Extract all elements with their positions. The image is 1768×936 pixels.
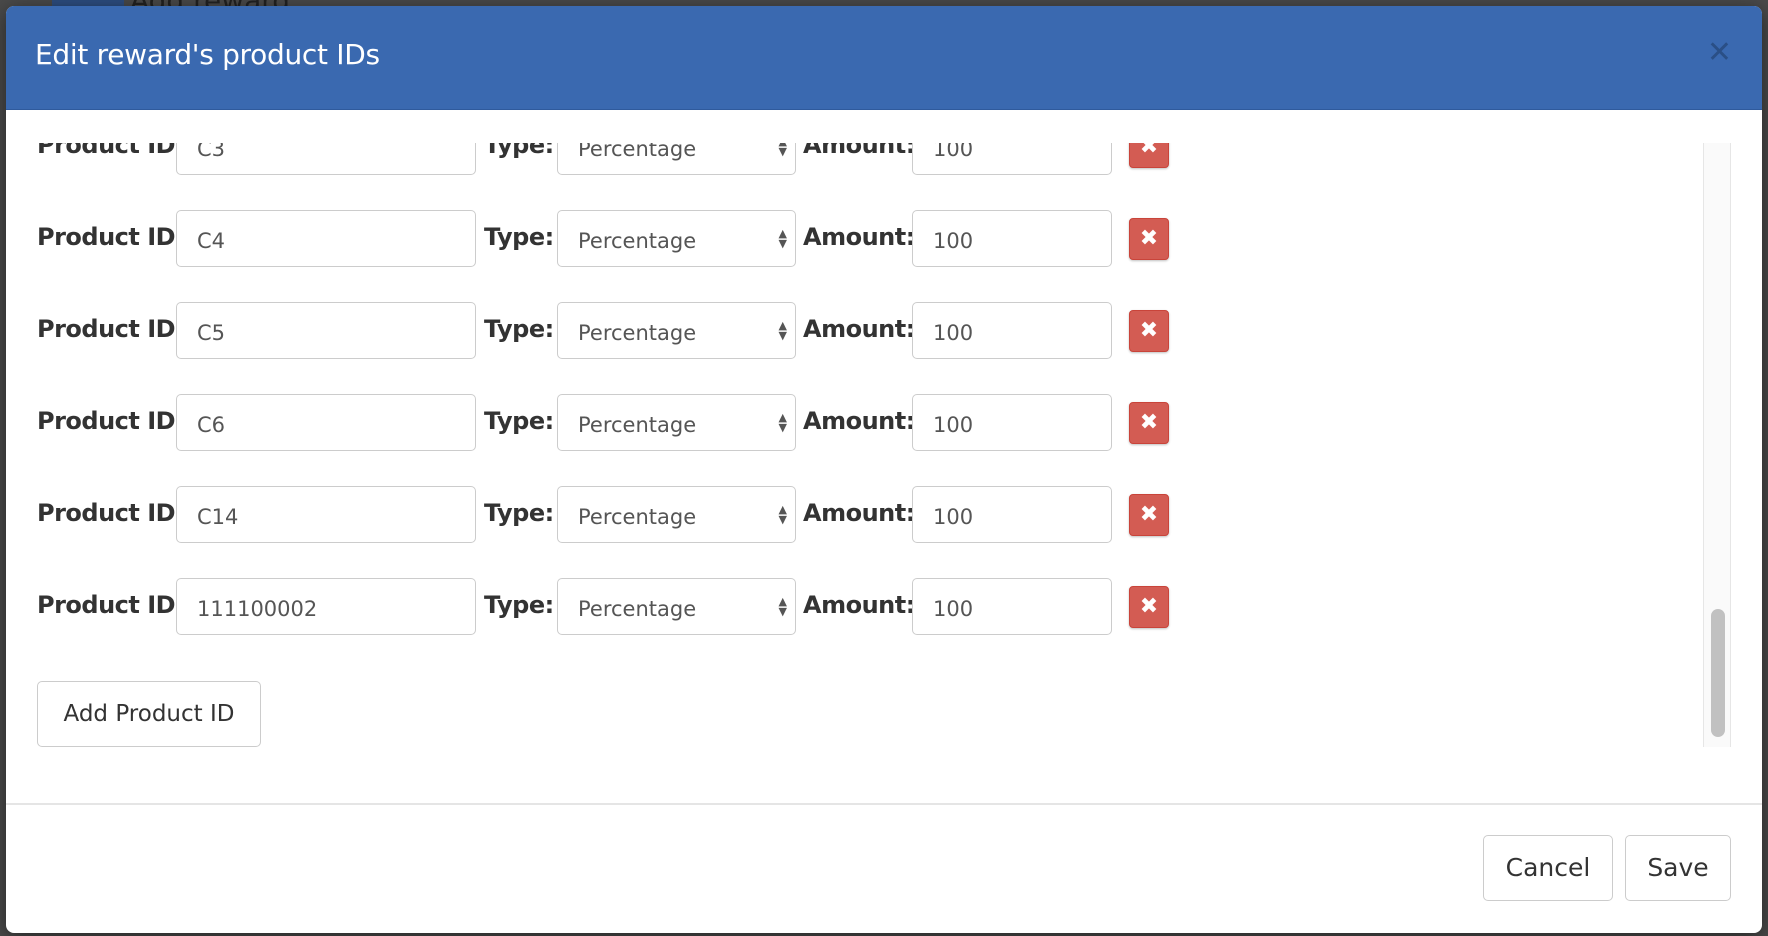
type-select-value: Percentage: [578, 505, 697, 529]
product-id-input[interactable]: C6: [176, 394, 476, 451]
product-row: Product ID: C6 Type: Percentage ▲ ▼ Amount…: [6, 394, 1306, 453]
add-product-id-button[interactable]: Add Product ID: [37, 681, 261, 747]
product-id-label: Product ID:: [37, 223, 185, 251]
type-select[interactable]: Percentage ▲▼: [557, 578, 796, 635]
product-id-input[interactable]: C14: [176, 486, 476, 543]
amount-input[interactable]: 100: [912, 486, 1112, 543]
product-id-label: Product ID:: [37, 143, 185, 159]
remove-x-icon: ✖: [1139, 594, 1159, 619]
type-select-value: Percentage: [578, 597, 697, 621]
amount-label: Amount:: [803, 315, 915, 343]
cancel-button[interactable]: Cancel: [1483, 835, 1613, 901]
select-arrows-icon: ▲▼: [778, 595, 787, 618]
modal-header: Edit reward's product IDs ✕: [6, 6, 1762, 110]
amount-input[interactable]: 100: [912, 394, 1112, 451]
type-select[interactable]: Percentage ▲▼: [557, 302, 796, 359]
modal-title: Edit reward's product IDs: [35, 38, 380, 71]
amount-label: Amount:: [803, 223, 915, 251]
type-label: Type:: [484, 143, 554, 159]
product-id-label: Product ID:: [37, 591, 185, 619]
product-id-input[interactable]: 111100002: [176, 578, 476, 635]
amount-input[interactable]: 100: [912, 143, 1112, 175]
product-row: Product ID: 111100002 Type: Percentage ▲ ▼…: [6, 578, 1306, 637]
close-icon[interactable]: ✕: [1707, 38, 1732, 68]
select-arrows-icon: ▲▼: [778, 143, 787, 158]
product-row: Product ID: C5 Type: Percentage ▲ ▼ Amount…: [6, 302, 1306, 361]
amount-input[interactable]: 100: [912, 302, 1112, 359]
amount-input[interactable]: 100: [912, 578, 1112, 635]
product-row: Product ID: C3 Type: Percentage ▲▼ Amount…: [6, 143, 1306, 177]
type-select-value: Percentage: [578, 413, 697, 437]
type-label: Type:: [484, 223, 554, 251]
product-row: Product ID: C14 Type: Percentage ▲ ▼ Amoun…: [6, 486, 1306, 545]
product-id-list: Product ID: C3 Type: Percentage ▲▼ Amount…: [6, 143, 1732, 747]
type-label: Type:: [484, 499, 554, 527]
type-select[interactable]: Percentage ▲▼: [557, 143, 796, 175]
product-row: Product ID: C4 Type: Percentage ▲ ▼ Amount…: [6, 210, 1306, 269]
remove-row-button[interactable]: ✖: [1129, 310, 1169, 352]
remove-row-button[interactable]: ✖: [1129, 402, 1169, 444]
product-id-input[interactable]: C3: [176, 143, 476, 175]
amount-label: Amount:: [803, 143, 915, 159]
product-id-input[interactable]: C4: [176, 210, 476, 267]
product-id-label: Product ID:: [37, 315, 185, 343]
save-button[interactable]: Save: [1625, 835, 1731, 901]
remove-x-icon: ✖: [1139, 226, 1159, 251]
product-id-label: Product ID:: [37, 407, 185, 435]
type-select-value: Percentage: [578, 229, 697, 253]
remove-x-icon: ✖: [1139, 143, 1159, 159]
product-id-input[interactable]: C5: [176, 302, 476, 359]
remove-x-icon: ✖: [1139, 318, 1159, 343]
scrollbar-thumb[interactable]: [1711, 609, 1725, 737]
amount-label: Amount:: [803, 591, 915, 619]
type-select-value: Percentage: [578, 321, 697, 345]
select-arrows-icon: ▲▼: [778, 411, 787, 434]
footer-divider: [6, 803, 1762, 805]
type-select[interactable]: Percentage ▲▼: [557, 486, 796, 543]
product-id-label: Product ID:: [37, 499, 185, 527]
type-label: Type:: [484, 591, 554, 619]
remove-row-button[interactable]: ✖: [1129, 143, 1169, 168]
scrollbar[interactable]: [1703, 143, 1731, 747]
amount-label: Amount:: [803, 407, 915, 435]
edit-product-ids-modal: Edit reward's product IDs ✕ Product ID: …: [6, 6, 1762, 933]
select-arrows-icon: ▲▼: [778, 503, 787, 526]
amount-label: Amount:: [803, 499, 915, 527]
remove-row-button[interactable]: ✖: [1129, 494, 1169, 536]
remove-row-button[interactable]: ✖: [1129, 586, 1169, 628]
select-arrows-icon: ▲▼: [778, 227, 787, 250]
type-select[interactable]: Percentage ▲▼: [557, 394, 796, 451]
type-select-value: Percentage: [578, 143, 697, 161]
type-label: Type:: [484, 315, 554, 343]
type-select[interactable]: Percentage ▲▼: [557, 210, 796, 267]
amount-input[interactable]: 100: [912, 210, 1112, 267]
type-label: Type:: [484, 407, 554, 435]
remove-x-icon: ✖: [1139, 410, 1159, 435]
remove-row-button[interactable]: ✖: [1129, 218, 1169, 260]
select-arrows-icon: ▲▼: [778, 319, 787, 342]
remove-x-icon: ✖: [1139, 502, 1159, 527]
